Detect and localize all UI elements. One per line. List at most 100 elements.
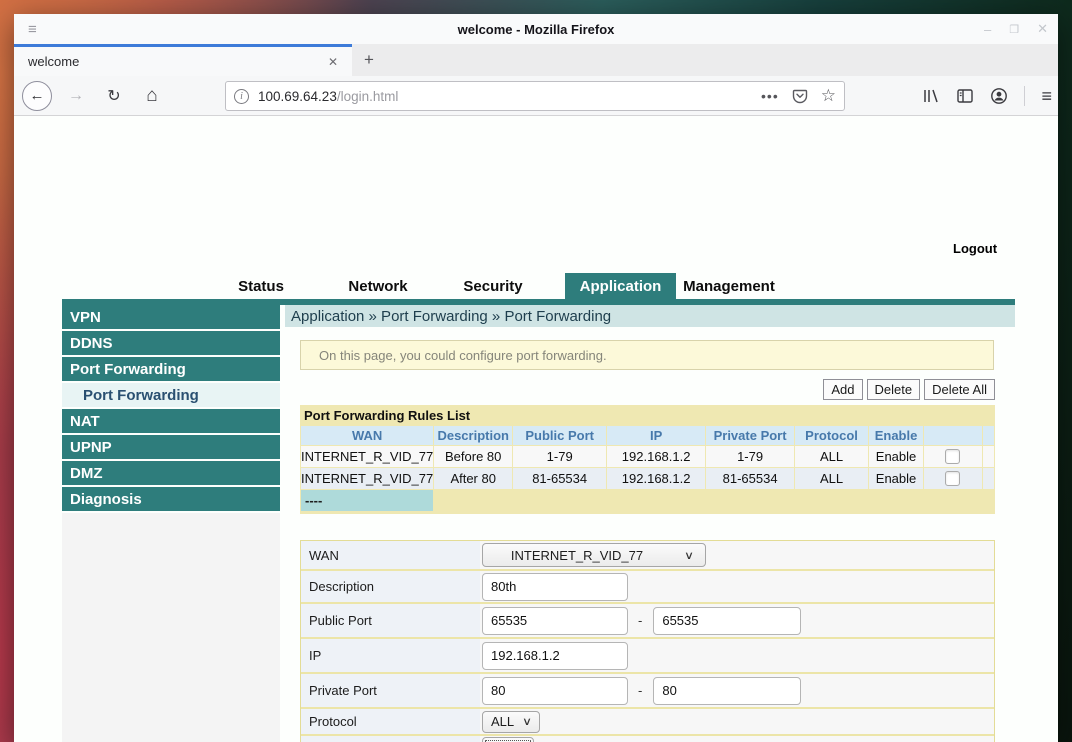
delete-all-button[interactable]: Delete All <box>924 379 995 400</box>
cell-enable: Enable <box>869 468 923 489</box>
cell-private-port: 81-65534 <box>706 468 794 489</box>
public-port-to-input[interactable] <box>653 607 801 635</box>
chevron-down-icon: ∨ <box>522 715 532 728</box>
protocol-select-value: ALL <box>491 714 514 729</box>
page-hint-text: On this page, you could configure port f… <box>319 348 607 363</box>
page-actions-icon[interactable]: ••• <box>761 88 779 104</box>
site-info-icon[interactable]: i <box>234 89 249 104</box>
sidebar: VPN DDNS Port Forwarding Port Forwarding… <box>62 305 280 513</box>
range-separator: - <box>638 613 642 628</box>
rules-table-title: Port Forwarding Rules List <box>300 405 995 425</box>
cell-description: After 80 <box>434 468 512 489</box>
minimize-icon[interactable]: – <box>984 22 991 37</box>
protocol-select[interactable]: ALL ∨ <box>482 711 540 733</box>
rules-header-row: WAN Description Public Port IP Private P… <box>301 426 994 445</box>
url-host: 100.69.64.23 <box>258 89 337 104</box>
home-icon: ⌂ <box>146 85 157 107</box>
forward-button[interactable]: → <box>62 82 90 110</box>
chevron-down-icon: ∨ <box>684 549 694 562</box>
tab-welcome[interactable]: welcome ✕ <box>14 44 352 76</box>
close-icon[interactable]: ✕ <box>1037 21 1048 37</box>
wan-select[interactable]: INTERNET_R_VID_77 ∨ <box>482 543 706 567</box>
reload-button[interactable]: ↻ <box>100 82 128 110</box>
back-icon: ← <box>30 87 45 104</box>
col-private-port: Private Port <box>706 426 794 445</box>
cell-spacer <box>983 468 994 489</box>
sidebar-item-ddns[interactable]: DDNS <box>62 331 280 355</box>
rule-edit-form: WAN INTERNET_R_VID_77 ∨ Description Publ… <box>300 540 995 742</box>
private-port-label: Private Port <box>301 674 480 707</box>
cell-private-port: 1-79 <box>706 446 794 467</box>
cell-public-port: 1-79 <box>513 446 606 467</box>
cell-ip: 192.168.1.2 <box>607 446 705 467</box>
account-icon[interactable] <box>990 87 1008 105</box>
col-public-port: Public Port <box>513 426 606 445</box>
public-port-from-input[interactable] <box>482 607 628 635</box>
description-label: Description <box>301 571 480 602</box>
row-checkbox[interactable] <box>945 449 960 464</box>
new-tab-button[interactable]: + <box>352 44 386 76</box>
placeholder-rest <box>434 490 994 511</box>
maximize-icon[interactable]: ❐ <box>1009 23 1019 36</box>
col-wan: WAN <box>301 426 433 445</box>
tab-application[interactable]: Application <box>565 273 676 299</box>
col-description: Description <box>434 426 512 445</box>
tab-status[interactable]: Status <box>216 273 306 299</box>
bookmark-star-icon[interactable]: ☆ <box>821 86 836 106</box>
add-button[interactable]: Add <box>823 379 862 400</box>
sidebar-item-upnp[interactable]: UPNP <box>62 435 280 459</box>
sidebar-item-vpn[interactable]: VPN <box>62 305 280 329</box>
col-protocol: Protocol <box>795 426 868 445</box>
rule-actions: Add Delete Delete All <box>285 379 995 400</box>
tab-close-icon[interactable]: ✕ <box>324 53 342 71</box>
private-port-to-input[interactable] <box>653 677 801 705</box>
logout-link[interactable]: Logout <box>953 241 997 256</box>
window-titlebar: ≡ welcome - Mozilla Firefox – ❐ ✕ <box>14 14 1058 44</box>
col-select <box>924 426 982 445</box>
sidebar-subitem-port-forwarding[interactable]: Port Forwarding <box>62 383 280 407</box>
sidebar-item-dmz[interactable]: DMZ <box>62 461 280 485</box>
delete-button[interactable]: Delete <box>867 379 921 400</box>
sidebar-item-port-forwarding[interactable]: Port Forwarding <box>62 357 280 381</box>
cell-select <box>924 468 982 489</box>
sidebar-background <box>62 513 280 742</box>
rules-table: WAN Description Public Port IP Private P… <box>300 425 995 512</box>
sidebar-toggle-icon[interactable] <box>956 87 974 105</box>
range-separator: - <box>638 683 642 698</box>
tab-security[interactable]: Security <box>448 273 538 299</box>
cell-enable: Enable <box>869 446 923 467</box>
description-input[interactable] <box>482 573 628 601</box>
router-page: Logout Status Network Security Applicati… <box>14 116 1058 741</box>
back-button[interactable]: ← <box>22 81 52 111</box>
cell-ip: 192.168.1.2 <box>607 468 705 489</box>
reload-icon: ↻ <box>107 86 120 106</box>
firefox-window: ≡ welcome - Mozilla Firefox – ❐ ✕ welcom… <box>14 14 1058 742</box>
top-nav-tabs: Status Network Security Application Mana… <box>14 273 1058 299</box>
rules-table-container: Port Forwarding Rules List WAN Descripti… <box>300 405 995 514</box>
col-ip: IP <box>607 426 705 445</box>
breadcrumb: Application » Port Forwarding » Port For… <box>285 305 1015 327</box>
cell-protocol: ALL <box>795 446 868 467</box>
sidebar-item-diagnosis[interactable]: Diagnosis <box>62 487 280 511</box>
private-port-from-input[interactable] <box>482 677 628 705</box>
window-title: welcome - Mozilla Firefox <box>14 22 1058 37</box>
placeholder-row: ---- <box>301 490 994 511</box>
url-bar[interactable]: i 100.69.64.23/login.html ••• ☆ <box>225 81 845 111</box>
cell-public-port: 81-65534 <box>513 468 606 489</box>
tab-management[interactable]: Management <box>676 273 782 299</box>
home-button[interactable]: ⌂ <box>138 82 166 110</box>
app-menu-icon[interactable]: ≡ <box>1041 86 1052 107</box>
wan-label: WAN <box>301 541 480 569</box>
sidebar-item-nat[interactable]: NAT <box>62 409 280 433</box>
cell-description: Before 80 <box>434 446 512 467</box>
pocket-icon[interactable] <box>792 88 808 104</box>
enable-select[interactable]: Enabl ∨ <box>482 737 534 742</box>
ip-input[interactable] <box>482 642 628 670</box>
library-icon[interactable] <box>922 87 940 105</box>
col-spacer <box>983 426 994 445</box>
public-port-label: Public Port <box>301 604 480 637</box>
window-menu-icon[interactable]: ≡ <box>28 21 37 38</box>
url-text[interactable]: 100.69.64.23/login.html <box>258 89 761 104</box>
row-checkbox[interactable] <box>945 471 960 486</box>
tab-network[interactable]: Network <box>333 273 423 299</box>
